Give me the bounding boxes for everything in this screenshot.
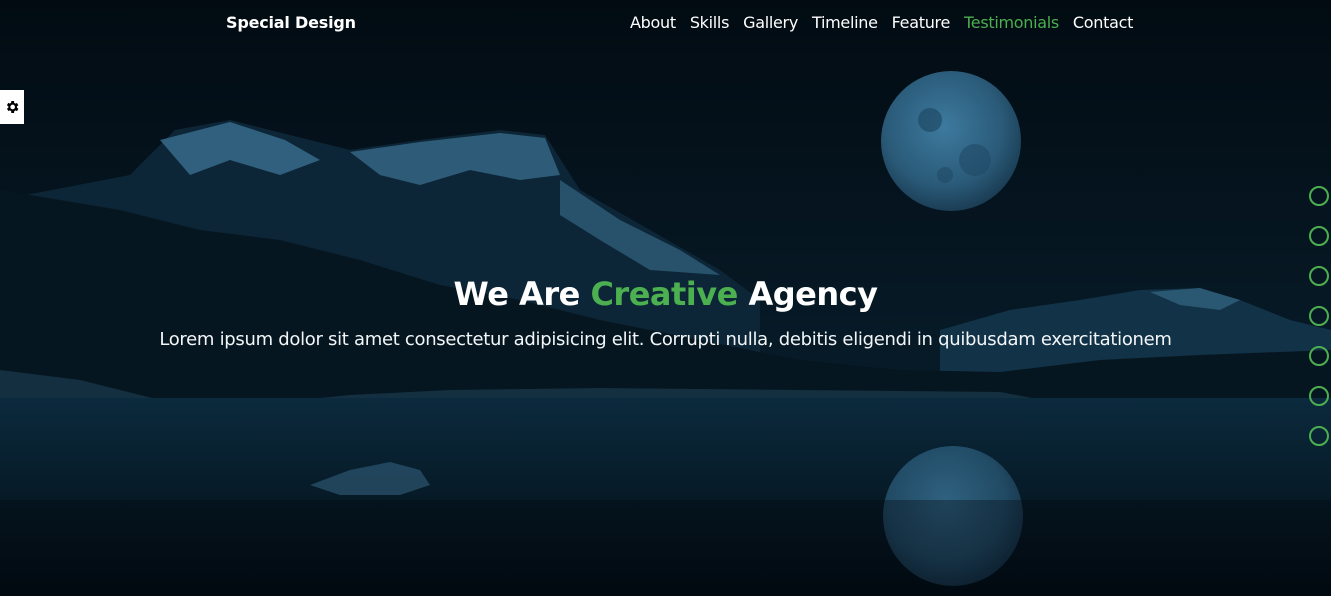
section-bullets bbox=[1309, 186, 1329, 466]
logo[interactable]: Special Design bbox=[226, 13, 356, 32]
section-bullet-5[interactable] bbox=[1309, 346, 1329, 366]
hero-subtitle: Lorem ipsum dolor sit amet consectetur a… bbox=[159, 329, 1172, 350]
site-header: Special Design About Skills Gallery Time… bbox=[0, 0, 1331, 48]
nav-link-timeline[interactable]: Timeline bbox=[812, 13, 878, 32]
section-bullet-2[interactable] bbox=[1309, 226, 1329, 246]
section-bullet-3[interactable] bbox=[1309, 266, 1329, 286]
gear-icon bbox=[6, 101, 19, 113]
section-bullet-7[interactable] bbox=[1309, 426, 1329, 446]
nav-link-testimonials[interactable]: Testimonials bbox=[964, 13, 1059, 32]
settings-toggle-button[interactable] bbox=[0, 90, 24, 124]
hero-title-part-1: We Are bbox=[453, 275, 591, 313]
nav-link-skills[interactable]: Skills bbox=[690, 13, 730, 32]
section-bullet-1[interactable] bbox=[1309, 186, 1329, 206]
section-bullet-6[interactable] bbox=[1309, 386, 1329, 406]
main-nav: About Skills Gallery Timeline Feature Te… bbox=[630, 13, 1147, 32]
nav-link-contact[interactable]: Contact bbox=[1073, 13, 1133, 32]
nav-link-about[interactable]: About bbox=[630, 13, 676, 32]
hero-title-accent: Creative bbox=[590, 275, 738, 313]
hero-title: We Are Creative Agency bbox=[0, 275, 1331, 313]
nav-link-gallery[interactable]: Gallery bbox=[743, 13, 798, 32]
nav-link-feature[interactable]: Feature bbox=[892, 13, 951, 32]
section-bullet-4[interactable] bbox=[1309, 306, 1329, 326]
hero-title-part-2: Agency bbox=[737, 275, 878, 313]
